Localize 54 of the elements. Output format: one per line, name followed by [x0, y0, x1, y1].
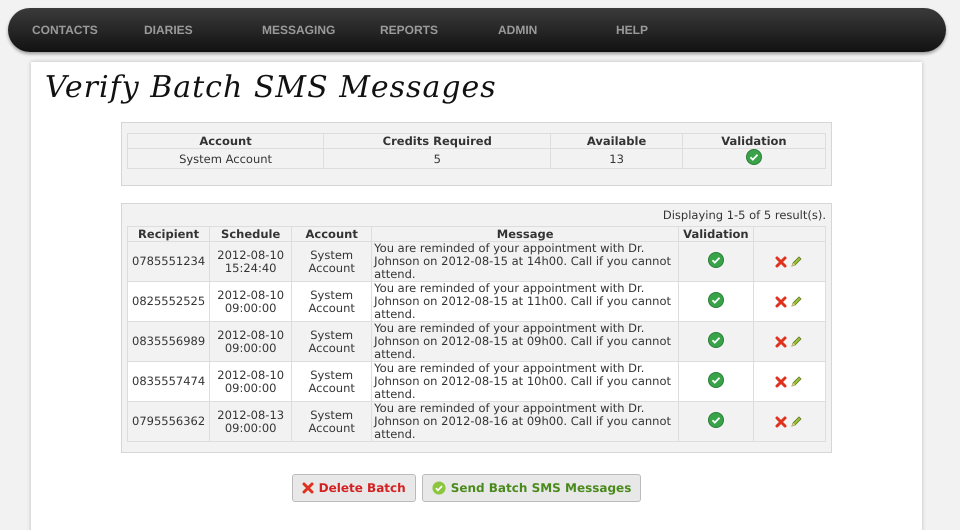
nav-link[interactable]: DIARIES [144, 23, 262, 37]
delete-icon[interactable] [775, 296, 788, 308]
delete-icon[interactable] [775, 376, 788, 388]
pencil-icon[interactable] [790, 415, 804, 428]
table-cell: 0785551234 [128, 242, 210, 282]
nav-link[interactable]: REPORTS [380, 23, 498, 37]
pencil-icon[interactable] [790, 335, 804, 348]
table-cell: System Account [128, 148, 324, 168]
nav-link[interactable]: CONTACTS [32, 23, 144, 37]
column-header: Message [372, 226, 679, 242]
check-icon [432, 481, 446, 495]
table-cell: 2012-08-13 09:00:00 [210, 402, 292, 442]
pencil-icon[interactable] [790, 255, 804, 268]
nav-link[interactable]: ADMIN [498, 23, 616, 37]
column-header: Account [128, 134, 324, 148]
column-header: Account [292, 226, 372, 242]
table-cell: 2012-08-10 09:00:00 [210, 282, 292, 322]
column-header: Validation [678, 226, 754, 242]
table-cell: 2012-08-10 15:24:40 [210, 242, 292, 282]
table-cell: 0835557474 [128, 362, 210, 402]
send-batch-button[interactable]: Send Batch SMS Messages [422, 474, 642, 502]
table-cell: You are reminded of your appointment with Dr. Johnson on 2012-08-15 at 09h00. Call if you cannot attend. [372, 322, 679, 362]
table-cell: 0825552525 [128, 282, 210, 322]
nav-link[interactable]: HELP [616, 23, 734, 37]
delete-batch-button[interactable]: Delete Batch [292, 474, 416, 502]
table-cell: System Account [292, 242, 372, 282]
delete-icon[interactable] [775, 336, 788, 348]
table-cell: 0835556989 [128, 322, 210, 362]
page-title: Verify Batch SMS Messages [45, 70, 497, 105]
pencil-icon[interactable] [790, 375, 804, 388]
table-cell: 5 [324, 148, 551, 168]
column-header: Available [550, 134, 682, 148]
table-cell: System Account [292, 362, 372, 402]
table-cell: System Account [292, 402, 372, 442]
table-cell: 2012-08-10 09:00:00 [210, 322, 292, 362]
result-count: Displaying 1-5 of 5 result(s). [662, 208, 826, 222]
delete-icon[interactable] [775, 416, 788, 428]
delete-icon[interactable] [775, 256, 788, 268]
column-header: Schedule [210, 226, 292, 242]
table-cell: System Account [292, 322, 372, 362]
pencil-icon[interactable] [790, 295, 804, 308]
table-cell: You are reminded of your appointment with Dr. Johnson on 2012-08-15 at 11h00. Call if you cannot attend. [372, 282, 679, 322]
table-cell: 0795556362 [128, 402, 210, 442]
table-cell: You are reminded of your appointment with Dr. Johnson on 2012-08-15 at 10h00. Call if you cannot attend. [372, 362, 679, 402]
column-header: Validation [682, 134, 826, 148]
table-cell: 2012-08-10 09:00:00 [210, 362, 292, 402]
table-cell: You are reminded of your appointment with Dr. Johnson on 2012-08-16 at 09h00. Call if you cannot attend. [372, 402, 679, 442]
column-header: Credits Required [324, 134, 551, 148]
nav-link[interactable]: MESSAGING [262, 23, 380, 37]
table-cell: System Account [292, 282, 372, 322]
table-cell: You are reminded of your appointment with Dr. Johnson on 2012-08-15 at 14h00. Call if you cannot attend. [372, 242, 679, 282]
table-cell: 13 [550, 148, 682, 168]
cross-icon [302, 482, 314, 494]
column-header: Recipient [128, 226, 210, 242]
